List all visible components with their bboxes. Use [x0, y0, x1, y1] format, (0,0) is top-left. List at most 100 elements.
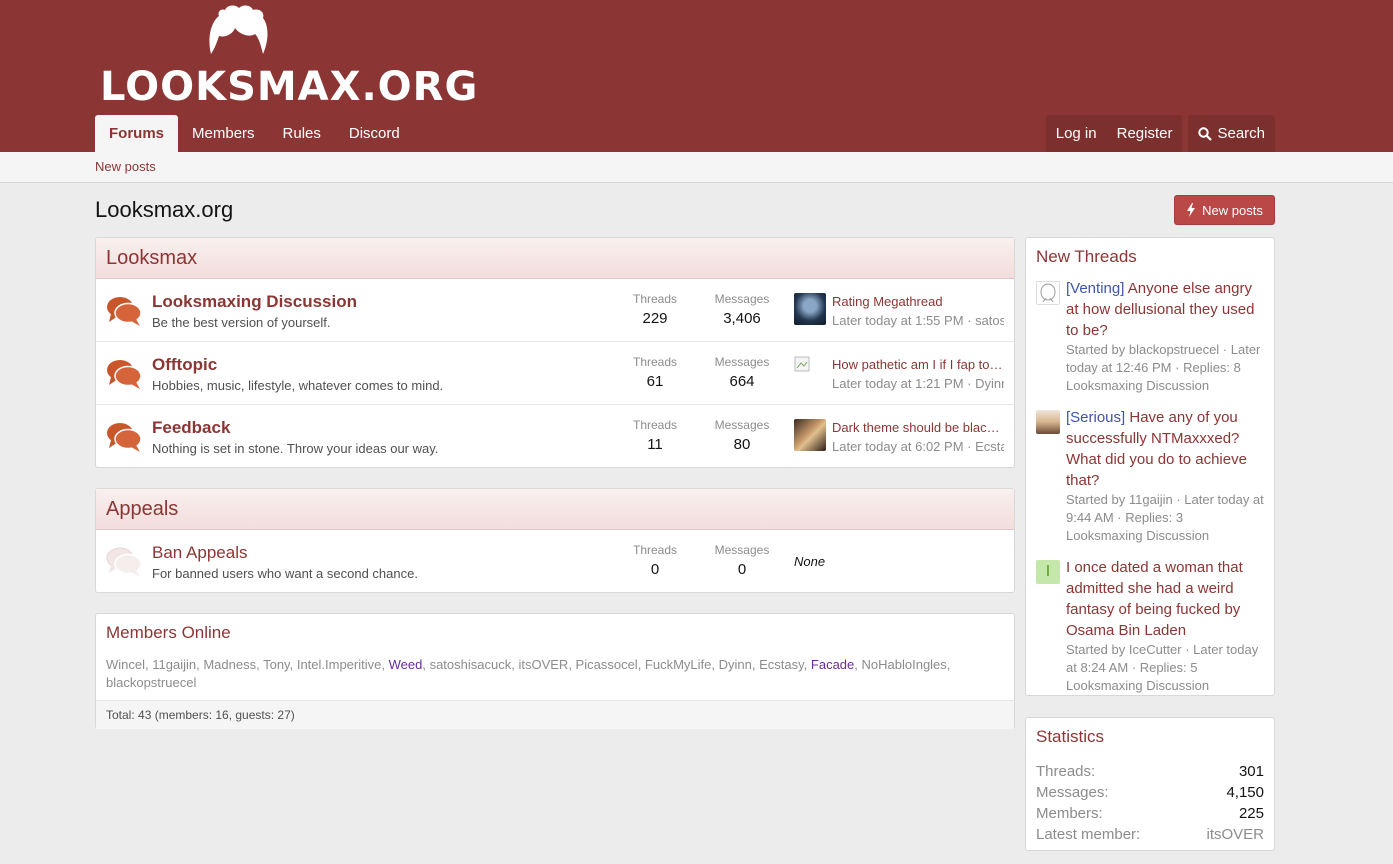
member-link[interactable]: blackopstruecel [106, 675, 196, 690]
stat-value: 225 [1238, 805, 1264, 822]
site-header: LOOKSMAX.ORG Forums Members Rules Discor… [0, 0, 1393, 152]
category-title[interactable]: Looksmax [96, 238, 1014, 279]
member-link[interactable]: FuckMyLife [645, 657, 711, 672]
forum-title[interactable]: Looksmaxing Discussion [152, 292, 357, 312]
latest-member-link[interactable]: itsOVER [1206, 824, 1264, 845]
thread-forum-link[interactable]: Looksmaxing Discussion [1066, 678, 1209, 693]
member-link[interactable]: Madness [203, 657, 256, 672]
stat-row: Messages: 4,150 [1026, 782, 1274, 803]
thread-item: [Serious] Have any of you successfully N… [1026, 407, 1274, 545]
messages-label: Messages [714, 543, 770, 557]
search-group: Search [1188, 115, 1275, 152]
bolt-icon [1187, 203, 1196, 217]
messages-label: Messages [714, 355, 770, 369]
member-link[interactable]: Intel.Imperitive [297, 657, 382, 672]
thread-item: I I once dated a woman that admitted she… [1026, 557, 1274, 695]
thread-meta: Started by blackopstruecel · Later today… [1066, 342, 1261, 375]
broken-avatar[interactable] [794, 356, 826, 388]
latest-meta: Later today at 6:02 PM · Ecsta [832, 439, 1004, 454]
avatar[interactable] [794, 419, 826, 451]
member-link[interactable]: Facade [811, 657, 854, 672]
logo-wordmark: LOOKSMAX.ORG [100, 64, 479, 110]
messages-count: 3,406 [723, 310, 761, 327]
forum-node: Looksmaxing Discussion Be the best versi… [96, 279, 1014, 342]
avatar[interactable] [1036, 281, 1060, 305]
register-button[interactable]: Register [1107, 115, 1183, 152]
forum-description: For banned users who want a second chanc… [152, 566, 418, 581]
stat-key: Messages: [1036, 784, 1109, 801]
member-link[interactable]: satoshisacuck [430, 657, 512, 672]
latest-thread-link[interactable]: Rating Megathread [832, 294, 1004, 309]
member-link[interactable]: Picassocel [576, 657, 638, 672]
latest-none: None [794, 554, 826, 569]
members-online-title[interactable]: Members Online [96, 614, 1014, 652]
messages-count: 0 [737, 561, 747, 578]
new-posts-button[interactable]: New posts [1174, 195, 1275, 225]
latest-meta: Later today at 1:55 PM · satos [832, 313, 1004, 328]
thread-prefix[interactable]: [Serious] [1066, 409, 1125, 426]
tab-discord[interactable]: Discord [335, 115, 414, 152]
logo-hair-icon [209, 5, 268, 54]
member-link[interactable]: itsOVER [518, 657, 568, 672]
new-threads-widget: New Threads [Venting] Anyone else angry … [1025, 237, 1275, 696]
tab-members[interactable]: Members [178, 115, 269, 152]
member-link[interactable]: Dyinn [719, 657, 752, 672]
member-link[interactable]: Tony [263, 657, 290, 672]
forum-unread-icon [107, 360, 142, 389]
thread-item: [Venting] Anyone else angry at how dellu… [1026, 278, 1274, 395]
new-posts-button-label: New posts [1202, 202, 1263, 218]
member-link[interactable]: Wincel [106, 657, 145, 672]
threads-count: 61 [646, 373, 664, 390]
site-logo[interactable]: LOOKSMAX.ORG [95, 4, 477, 110]
search-button[interactable]: Search [1188, 115, 1275, 152]
threads-count: 0 [650, 561, 660, 578]
threads-stat: Threads 11 [615, 418, 695, 453]
forum-title[interactable]: Feedback [152, 418, 230, 438]
forum-node: Feedback Nothing is set in stone. Throw … [96, 405, 1014, 468]
member-link[interactable]: 11gaijin [152, 657, 196, 672]
tab-rules[interactable]: Rules [269, 115, 335, 152]
member-link[interactable]: Weed [389, 657, 423, 672]
latest-thread-link[interactable]: How pathetic am I if I fap to… [832, 357, 1004, 372]
stat-row: Latest member: itsOVER [1026, 824, 1274, 845]
forum-read-icon [106, 547, 142, 577]
threads-stat: Threads 0 [615, 543, 695, 578]
latest-thread-link[interactable]: Dark theme should be blac… [832, 420, 1004, 435]
threads-label: Threads [632, 543, 678, 557]
sub-nav: New posts [0, 152, 1393, 183]
threads-label: Threads [632, 418, 678, 432]
forum-description: Be the best version of yourself. [152, 315, 331, 330]
avatar[interactable] [1036, 410, 1060, 434]
forum-title[interactable]: Ban Appeals [152, 543, 247, 563]
avatar[interactable] [794, 293, 826, 325]
members-online-total: Total: 43 (members: 16, guests: 27) [96, 700, 1014, 729]
messages-stat: Messages 0 [702, 543, 782, 578]
tab-forums[interactable]: Forums [95, 115, 179, 152]
new-threads-title[interactable]: New Threads [1026, 238, 1274, 274]
letter-avatar[interactable]: I [1036, 560, 1060, 584]
login-button[interactable]: Log in [1046, 115, 1107, 152]
category-appeals: Appeals Ban Appeals For banned users who… [95, 488, 1015, 593]
forum-unread-icon [107, 423, 142, 452]
account-nav: Log in Register Search [1045, 115, 1275, 152]
members-online-block: Members Online Wincel, 11gaijin, Madness… [95, 613, 1015, 729]
threads-label: Threads [632, 355, 678, 369]
face-sketch-icon [1040, 283, 1056, 303]
thread-forum-link[interactable]: Looksmaxing Discussion [1066, 378, 1209, 393]
search-label: Search [1217, 125, 1265, 142]
stat-key: Threads: [1036, 763, 1096, 780]
search-icon [1198, 126, 1213, 141]
thread-title-link[interactable]: I once dated a woman that admitted she h… [1066, 559, 1243, 639]
thread-prefix[interactable]: [Venting] [1066, 280, 1124, 297]
stat-key: Members: [1036, 805, 1103, 822]
category-title[interactable]: Appeals [96, 489, 1014, 530]
member-link[interactable]: Ecstasy [759, 657, 804, 672]
statistics-title[interactable]: Statistics [1026, 718, 1274, 761]
threads-count: 229 [642, 310, 668, 327]
thread-forum-link[interactable]: Looksmaxing Discussion [1066, 528, 1209, 543]
category-looksmax: Looksmax Looksmaxing Discussion Be the b… [95, 237, 1015, 468]
threads-count: 11 [647, 436, 663, 453]
member-link[interactable]: NoHabloIngles [862, 657, 947, 672]
forum-title[interactable]: Offtopic [152, 355, 217, 375]
subnav-new-posts-link[interactable]: New posts [95, 159, 156, 174]
